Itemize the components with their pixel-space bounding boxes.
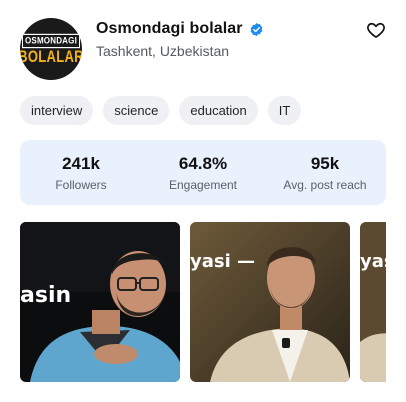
profile-header: OSMONDAGI BOLALAR Osmondagi bolalar Tash… <box>20 18 390 82</box>
profile-name[interactable]: Osmondagi bolalar <box>96 20 243 38</box>
stats-panel: 241k Followers 64.8% Engagement 95k Avg.… <box>20 140 386 205</box>
stat-label: Engagement <box>168 177 238 192</box>
stat-value: 64.8% <box>178 153 228 173</box>
tag-interview[interactable]: interview <box>20 96 94 125</box>
tag-it[interactable]: IT <box>267 96 302 125</box>
post-thumbnail[interactable]: asin <box>20 222 180 382</box>
thumbnail-image-partial: yasi <box>360 222 386 382</box>
stat-engagement: 64.8% Engagement <box>142 140 264 205</box>
stat-label: Followers <box>55 177 107 192</box>
stat-value: 95k <box>310 153 340 173</box>
avatar[interactable]: OSMONDAGI BOLALAR <box>20 18 82 80</box>
verified-badge-icon <box>249 22 264 37</box>
tag-science[interactable]: science <box>103 96 170 125</box>
stat-avg-post-reach: 95k Avg. post reach <box>264 140 386 205</box>
heart-outline-icon[interactable] <box>366 20 386 40</box>
thumbnail-image-man-beard: yasi — <box>190 222 350 382</box>
thumbnail-overlay-text: asin <box>20 283 71 308</box>
tag-education[interactable]: education <box>179 96 258 125</box>
thumbnail-image-man-glasses: asin <box>20 222 180 382</box>
profile-location: Tashkent, Uzbekistan <box>96 43 230 59</box>
influencer-card: OSMONDAGI BOLALAR Osmondagi bolalar Tash… <box>0 0 406 402</box>
name-row: Osmondagi bolalar <box>96 18 264 40</box>
post-thumbnail[interactable]: yasi — <box>190 222 350 382</box>
stat-label: Avg. post reach <box>283 177 367 192</box>
post-thumbnail[interactable]: yasi <box>360 222 386 382</box>
thumbnail-overlay-text: yasi <box>360 251 386 272</box>
avatar-logo-line2: BOLALAR <box>20 46 82 66</box>
avatar-logo-line1: OSMONDAGI <box>21 33 81 48</box>
stat-followers: 241k Followers <box>20 140 142 205</box>
thumbnail-overlay-text: yasi — <box>190 251 255 272</box>
topic-tags: interview science education IT <box>20 96 302 125</box>
media-gallery: asin yasi — ya <box>20 222 386 382</box>
stat-value: 241k <box>62 153 100 173</box>
